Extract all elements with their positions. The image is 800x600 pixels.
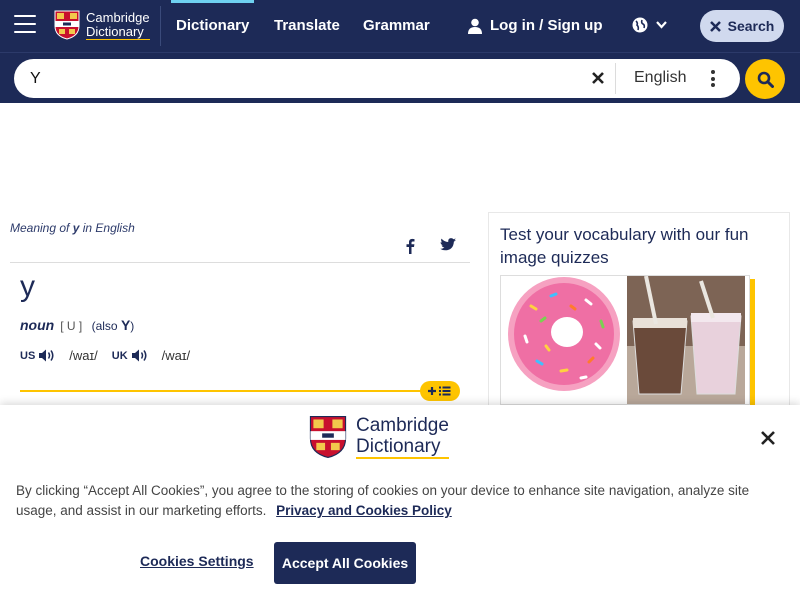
- user-icon: [468, 18, 482, 34]
- logo-line2: Dictionary: [86, 24, 150, 40]
- privacy-policy-link[interactable]: Privacy and Cookies Policy: [276, 503, 452, 518]
- dictionary-language-select[interactable]: English: [634, 69, 686, 87]
- login-label: Log in / Sign up: [490, 17, 603, 34]
- quiz-image[interactable]: [500, 275, 750, 405]
- facebook-icon[interactable]: [404, 238, 416, 254]
- uk-ipa: /waɪ/: [161, 348, 191, 363]
- add-to-word-list-button[interactable]: [420, 381, 460, 401]
- search-input[interactable]: [30, 66, 570, 92]
- quiz-promo-title[interactable]: Test your vocabulary with our fun image …: [500, 223, 780, 269]
- uk-audio-icon[interactable]: [131, 349, 148, 362]
- part-of-speech[interactable]: noun: [20, 317, 54, 333]
- crest-icon: [54, 10, 80, 40]
- cookie-banner-logo: Cambridge Dictionary: [309, 415, 449, 459]
- accept-all-cookies-button[interactable]: Accept All Cookies: [274, 542, 416, 584]
- us-ipa: /waɪ/: [69, 348, 98, 363]
- also-close: ): [130, 319, 135, 333]
- meaning-suffix: in English: [79, 221, 135, 235]
- us-audio-icon[interactable]: [39, 349, 55, 362]
- search-toggle-button[interactable]: Search: [700, 10, 784, 42]
- crest-icon: [309, 415, 347, 459]
- sense-divider: [20, 390, 440, 392]
- menu-icon[interactable]: [14, 15, 36, 33]
- headword: y: [20, 270, 35, 303]
- cookies-settings-button[interactable]: Cookies Settings: [140, 553, 254, 569]
- logo-line1: Cambridge: [86, 9, 150, 25]
- login-signup-link[interactable]: Log in / Sign up: [468, 0, 602, 52]
- twitter-icon[interactable]: [440, 238, 456, 252]
- us-region-label: US: [20, 349, 36, 362]
- cookie-logo-line2: Dictionary: [356, 436, 449, 459]
- entry-divider: [10, 262, 470, 263]
- more-options-icon[interactable]: [711, 70, 715, 90]
- search-icon: [757, 71, 774, 88]
- search-toggle-label: Search: [727, 18, 775, 34]
- meaning-heading: Meaning of y in English: [10, 221, 135, 235]
- add-list-icon: [428, 386, 451, 396]
- cookie-consent-banner: Cambridge Dictionary By clicking “Accept…: [0, 405, 800, 600]
- uk-region-label: UK: [111, 349, 128, 362]
- close-icon: [709, 20, 721, 32]
- also-word: Y: [120, 317, 131, 333]
- cookie-logo-text: Cambridge Dictionary: [356, 415, 449, 459]
- cambridge-logo[interactable]: Cambridge Dictionary: [54, 8, 154, 42]
- also-label: (also: [91, 319, 118, 333]
- also-form: (also Y): [88, 317, 135, 333]
- chevron-down-icon: [656, 21, 667, 29]
- cookie-message: By clicking “Accept All Cookies”, you ag…: [16, 481, 776, 521]
- nav-translate[interactable]: Translate: [274, 0, 340, 52]
- meaning-prefix: Meaning of: [10, 221, 73, 235]
- quiz-accent-bar: [750, 279, 755, 407]
- clear-search-icon[interactable]: [590, 70, 606, 86]
- search-submit-button[interactable]: [745, 59, 785, 99]
- pronunciation-line: US /waɪ/ UK /waɪ/: [20, 348, 204, 363]
- search-box: English: [14, 59, 740, 98]
- logo-text: Cambridge Dictionary: [86, 9, 150, 40]
- search-row: English: [0, 52, 800, 103]
- quiz-promo-card[interactable]: Test your vocabulary with our fun image …: [488, 212, 790, 407]
- language-selector[interactable]: [632, 17, 667, 33]
- grammar-code[interactable]: [ U ]: [60, 319, 82, 333]
- search-divider: [615, 63, 616, 94]
- nav-grammar[interactable]: Grammar: [363, 0, 430, 52]
- nav-dictionary[interactable]: Dictionary: [170, 0, 255, 52]
- globe-icon: [632, 17, 648, 33]
- part-of-speech-line: noun [ U ] (also Y): [20, 317, 134, 333]
- header-divider: [160, 6, 161, 46]
- top-header: Cambridge Dictionary Dictionary Translat…: [0, 0, 800, 52]
- quiz-image-art: [508, 276, 745, 404]
- close-icon[interactable]: [760, 430, 776, 446]
- cookie-logo-line1: Cambridge: [356, 415, 449, 436]
